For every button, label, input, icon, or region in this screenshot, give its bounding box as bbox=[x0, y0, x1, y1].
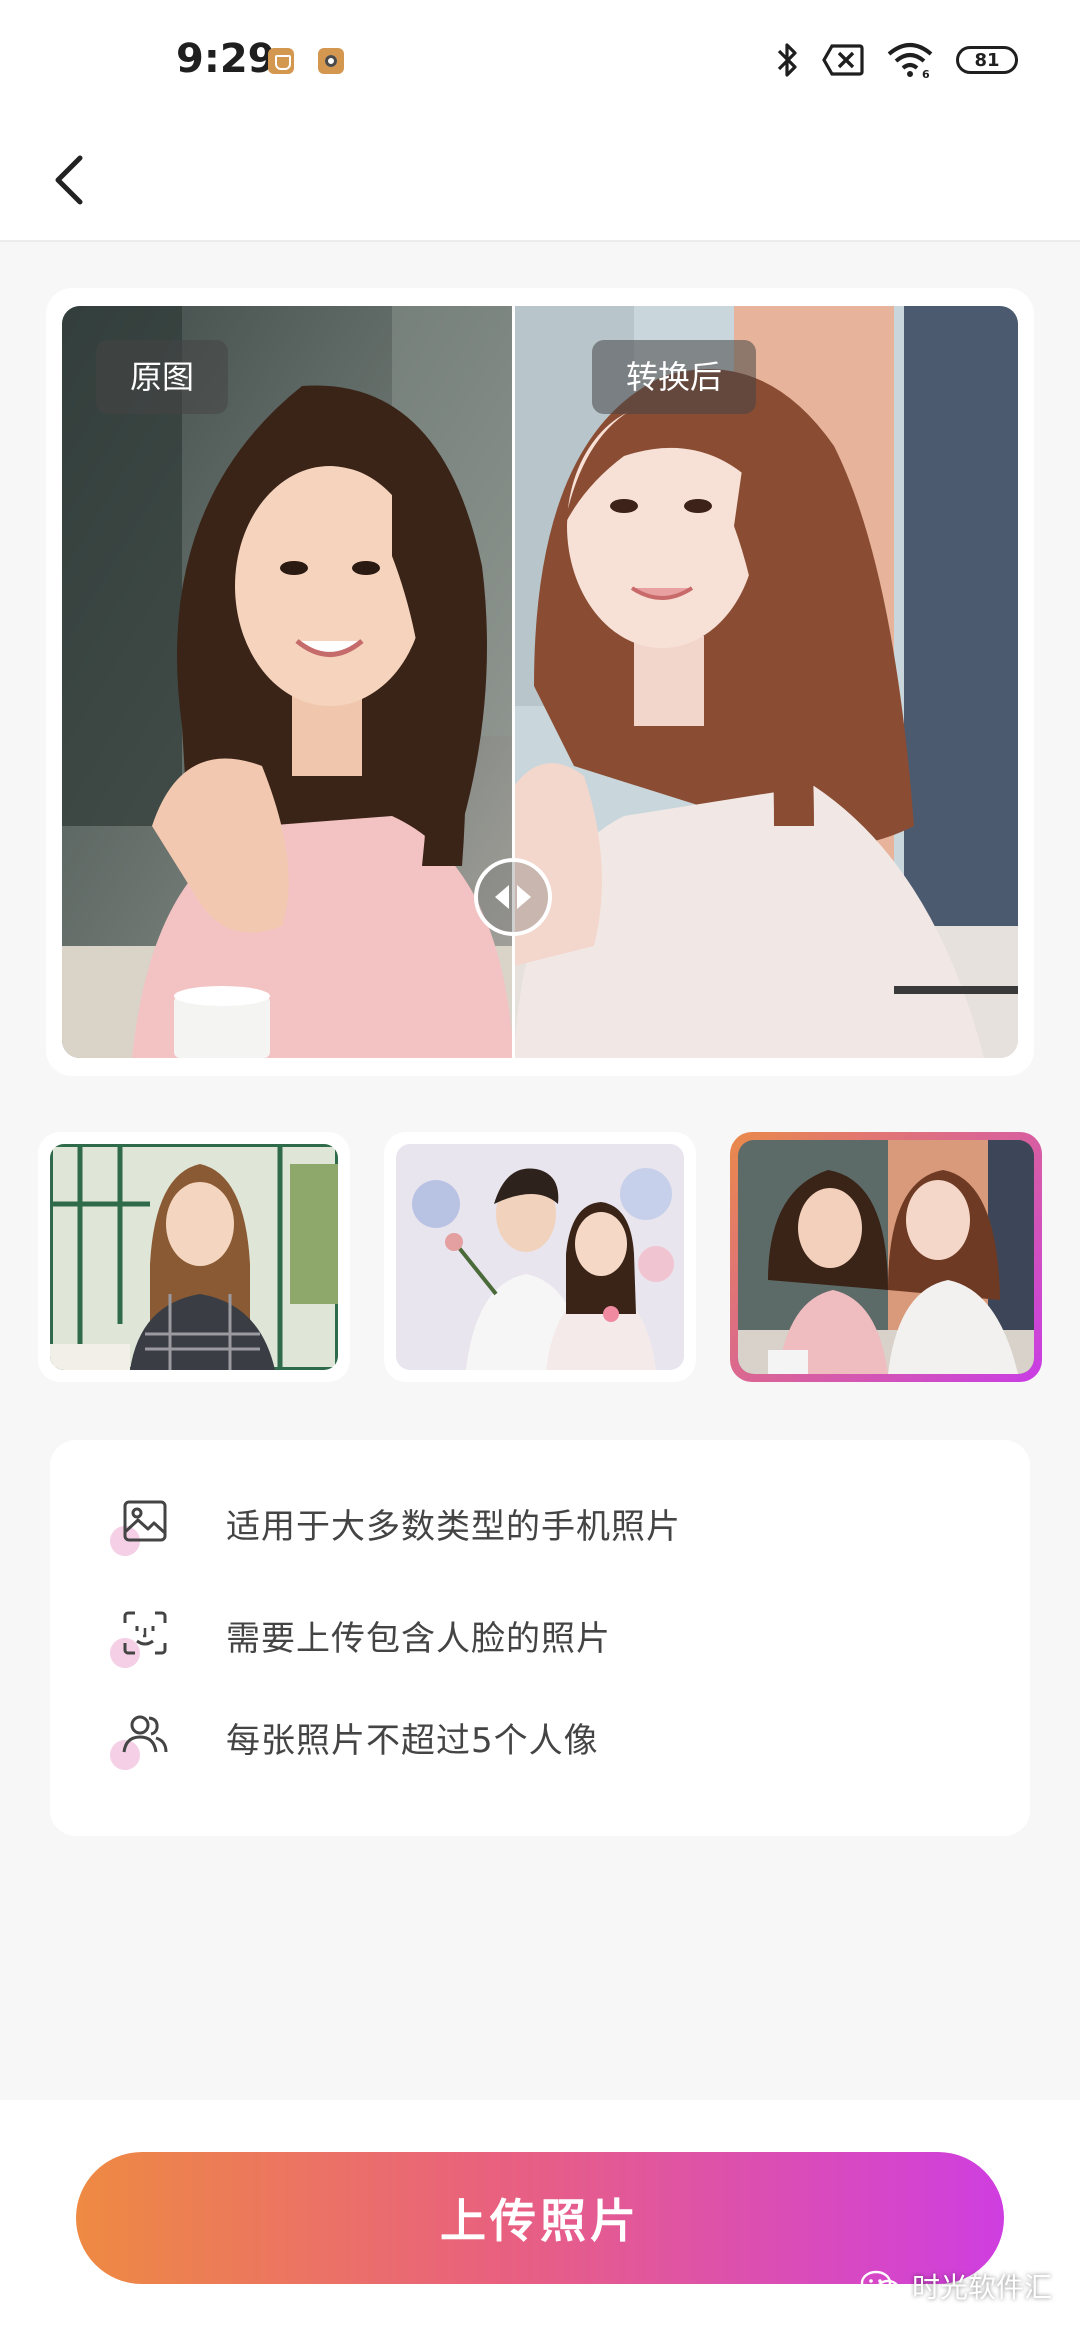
image-icon bbox=[110, 1488, 180, 1558]
sim-off-icon bbox=[822, 44, 864, 76]
system-tray: 6 81 bbox=[776, 40, 1018, 80]
tip-item: 每张照片不超过5个人像 bbox=[110, 1702, 599, 1772]
compare-divider bbox=[512, 306, 515, 1058]
tip-item: 适用于大多数类型的手机照片 bbox=[110, 1488, 681, 1558]
status-time: 9:29 bbox=[176, 36, 276, 82]
battery-level: 81 bbox=[974, 49, 1000, 71]
left-right-arrows-icon bbox=[495, 885, 531, 909]
watermark: 时光软件汇 bbox=[860, 2266, 1052, 2306]
requirements-card: 适用于大多数类型的手机照片 需要上传包含人脸的照片 每张照片不超过5个人像 bbox=[50, 1440, 1030, 1836]
before-after-card: 原图 转换后 bbox=[46, 288, 1034, 1076]
tip-item: 需要上传包含人脸的照片 bbox=[110, 1600, 611, 1670]
chevron-left-icon bbox=[55, 155, 83, 205]
sample-thumb-1[interactable] bbox=[38, 1132, 350, 1382]
face-scan-icon bbox=[110, 1600, 180, 1670]
sample-image bbox=[738, 1140, 1034, 1374]
sample-image bbox=[396, 1144, 684, 1370]
camera-app-icon bbox=[318, 48, 344, 74]
sample-thumb-3-selected[interactable] bbox=[730, 1132, 1042, 1382]
status-bar: 9:29 6 81 bbox=[0, 0, 1080, 120]
wechat-icon bbox=[860, 2270, 901, 2301]
sample-photo-couple-flowers bbox=[396, 1144, 684, 1370]
before-after-viewer[interactable]: 原图 转换后 bbox=[62, 306, 1018, 1058]
tip-text: 需要上传包含人脸的照片 bbox=[226, 1618, 611, 1659]
sample-image bbox=[50, 1144, 338, 1370]
sample-thumb-2[interactable] bbox=[384, 1132, 696, 1382]
watermark-text: 时光软件汇 bbox=[911, 2271, 1052, 2304]
sample-thumbnails bbox=[38, 1132, 1044, 1382]
back-button[interactable] bbox=[30, 140, 110, 220]
upload-photo-button[interactable]: 上传照片 bbox=[76, 2152, 1004, 2284]
battery-icon: 81 bbox=[956, 46, 1018, 74]
bluetooth-icon bbox=[777, 43, 797, 77]
tip-text: 每张照片不超过5个人像 bbox=[226, 1720, 599, 1761]
original-photo bbox=[62, 306, 514, 1058]
users-icon bbox=[110, 1702, 180, 1772]
sample-photo-two-girls bbox=[738, 1140, 1034, 1374]
converted-photo bbox=[514, 306, 1018, 1058]
original-label: 原图 bbox=[96, 340, 229, 414]
wifi-icon: 6 bbox=[887, 43, 933, 78]
compare-slider-handle[interactable] bbox=[474, 858, 552, 936]
svg-text:6: 6 bbox=[922, 68, 930, 78]
converted-label: 转换后 bbox=[592, 340, 757, 414]
tip-text: 适用于大多数类型的手机照片 bbox=[226, 1506, 681, 1547]
top-nav bbox=[0, 120, 1080, 242]
sample-photo-girl-window bbox=[50, 1144, 338, 1370]
shield-app-icon bbox=[268, 48, 294, 74]
page: 9:29 6 81 原图 转换后 适用于大多数类型的手机照片 需要上传包含人脸的… bbox=[0, 0, 1080, 2340]
